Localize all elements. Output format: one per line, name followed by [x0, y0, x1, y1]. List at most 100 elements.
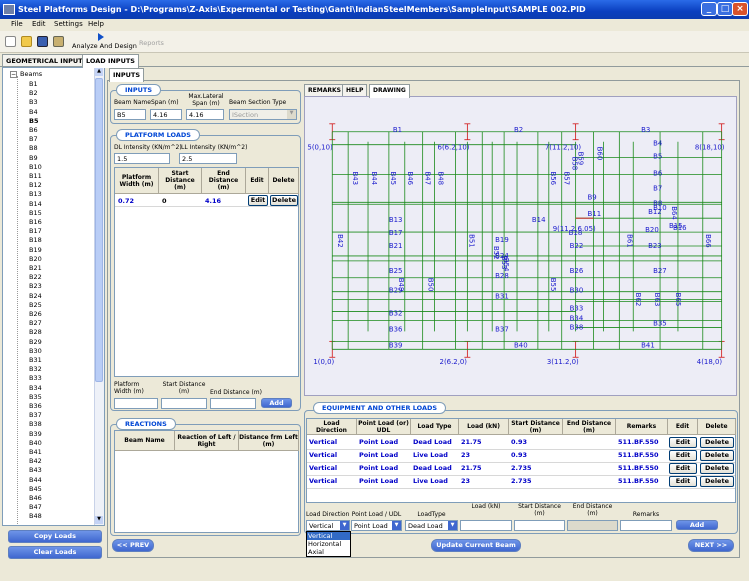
dropdown-option[interactable]: Vertical	[307, 532, 350, 540]
save-icon[interactable]	[37, 36, 48, 47]
tree-item[interactable]: B32	[29, 365, 42, 373]
tree-item[interactable]: B37	[29, 411, 42, 419]
tree-item[interactable]: B5	[29, 117, 38, 125]
tree-item[interactable]: B29	[29, 338, 42, 346]
new-file-icon[interactable]	[5, 36, 16, 47]
copy-loads-button[interactable]: Copy Loads	[8, 530, 102, 543]
tree-item[interactable]: B15	[29, 209, 42, 217]
tab-drawing[interactable]: DRAWING	[369, 84, 410, 98]
tree-item[interactable]: B18	[29, 236, 42, 244]
tree-item[interactable]: B12	[29, 181, 42, 189]
tree-item[interactable]: B30	[29, 347, 42, 355]
chevron-down-icon[interactable]: ▼	[448, 521, 457, 530]
tree-item[interactable]: B39	[29, 430, 42, 438]
tree-item[interactable]: B21	[29, 264, 42, 272]
tab-load-inputs[interactable]: LOAD INPUTS	[82, 54, 139, 68]
delete-button[interactable]: Delete	[700, 476, 734, 487]
print-icon[interactable]	[53, 36, 64, 47]
update-beam-button[interactable]: Update Current Beam	[431, 539, 521, 552]
tree-item[interactable]: B11	[29, 172, 42, 180]
chevron-down-icon[interactable]: ▼	[340, 521, 349, 530]
tree-item[interactable]: B41	[29, 448, 42, 456]
tree-item[interactable]: B20	[29, 255, 42, 263]
tree-item[interactable]: B23	[29, 282, 42, 290]
tree-item[interactable]: B4	[29, 108, 38, 116]
ll-field[interactable]: 2.5	[179, 153, 237, 164]
drawing-canvas[interactable]: 5(0,10) 6(6.2,10) 7(11.2,10) 8(18,10) 1(0,0)…	[304, 96, 737, 396]
equipment-grid[interactable]: Load Direction Point Load (or) UDL Load Ty…	[306, 418, 736, 503]
reports-button[interactable]: Reports	[139, 39, 164, 47]
add-width-field[interactable]	[114, 398, 158, 409]
tree-item[interactable]: B13	[29, 190, 42, 198]
menu-help[interactable]: Help	[88, 20, 104, 28]
tree-item[interactable]: B47	[29, 503, 42, 511]
scroll-down-icon[interactable]: ▼	[95, 516, 103, 524]
analyze-button[interactable]: Analyze And Design	[72, 42, 137, 50]
tree-item[interactable]: B9	[29, 154, 38, 162]
open-folder-icon[interactable]	[21, 36, 32, 47]
next-button[interactable]: NEXT >>	[688, 539, 734, 552]
clear-loads-button[interactable]: Clear Loads	[8, 546, 102, 559]
tree-item[interactable]: B35	[29, 393, 42, 401]
span-field[interactable]: 4.16	[150, 109, 182, 120]
maximize-button[interactable]: □	[717, 2, 733, 16]
delete-button[interactable]: Delete	[700, 437, 734, 448]
remarks-field[interactable]	[620, 520, 672, 531]
tree-item[interactable]: B36	[29, 402, 42, 410]
edit-button[interactable]: Edit	[669, 437, 697, 448]
tree-item[interactable]: B38	[29, 420, 42, 428]
tree-item[interactable]: B33	[29, 374, 42, 382]
dropdown-option[interactable]: Axial	[308, 548, 324, 556]
reactions-grid[interactable]: Beam Name Reaction of Left / Right Dista…	[114, 430, 299, 533]
tree-item[interactable]: B34	[29, 384, 42, 392]
load-kn-field[interactable]	[460, 520, 512, 531]
direction-dropdown[interactable]: Vertical Horizontal Axial	[306, 531, 351, 557]
delete-button[interactable]: Delete	[700, 463, 734, 474]
tree-item[interactable]: B10	[29, 163, 42, 171]
tree-item[interactable]: B40	[29, 439, 42, 447]
tree-item[interactable]: B17	[29, 227, 42, 235]
delete-button[interactable]: Delete	[700, 450, 734, 461]
tree-item[interactable]: B3	[29, 98, 38, 106]
tree-item[interactable]: B8	[29, 144, 38, 152]
chevron-down-icon[interactable]: ▼	[392, 521, 401, 530]
delete-button[interactable]: Delete	[270, 195, 298, 206]
tab-inputs[interactable]: INPUTS	[109, 68, 145, 82]
max-lateral-field[interactable]: 4.16	[186, 109, 224, 120]
beam-tree[interactable]: − Beams B1 B2 B3 B4 B5 B6 B7 B8 B9 B10 B11 B12 B13 B1…	[2, 67, 105, 526]
platform-grid[interactable]: Platform Width (m) Start Distance (m) En…	[114, 167, 299, 377]
tree-item[interactable]: B14	[29, 200, 42, 208]
tree-item[interactable]: B16	[29, 218, 42, 226]
tree-item[interactable]: B45	[29, 485, 42, 493]
menu-settings[interactable]: Settings	[54, 20, 83, 28]
prev-button[interactable]: << PREV	[112, 539, 154, 552]
tree-item[interactable]: B1	[29, 80, 38, 88]
tree-item[interactable]: B28	[29, 328, 42, 336]
add-end-field[interactable]	[210, 398, 256, 409]
tree-item[interactable]: B31	[29, 356, 42, 364]
edit-button[interactable]: Edit	[669, 476, 697, 487]
edit-button[interactable]: Edit	[669, 463, 697, 474]
minimize-button[interactable]: _	[701, 2, 717, 16]
tree-item[interactable]: B22	[29, 273, 42, 281]
tree-item[interactable]: B24	[29, 292, 42, 300]
tree-item[interactable]: B6	[29, 126, 38, 134]
tree-item[interactable]: B2	[29, 89, 38, 97]
close-button[interactable]: ×	[732, 2, 748, 16]
tree-item[interactable]: B44	[29, 476, 42, 484]
menu-file[interactable]: File	[11, 20, 23, 28]
edit-button[interactable]: Edit	[669, 450, 697, 461]
dl-field[interactable]: 1.5	[114, 153, 170, 164]
tree-item[interactable]: B43	[29, 466, 42, 474]
tree-item[interactable]: B25	[29, 301, 42, 309]
tree-root[interactable]: Beams	[20, 70, 42, 78]
dropdown-option[interactable]: Horizontal	[308, 540, 341, 548]
tree-item[interactable]: B7	[29, 135, 38, 143]
tree-item[interactable]: B48	[29, 512, 42, 520]
tree-item[interactable]: B27	[29, 319, 42, 327]
edit-button[interactable]: Edit	[248, 195, 268, 206]
tree-item[interactable]: B26	[29, 310, 42, 318]
chevron-down-icon[interactable]: ▼	[287, 110, 296, 119]
add-start-field[interactable]	[161, 398, 207, 409]
collapse-icon[interactable]: −	[10, 71, 17, 78]
